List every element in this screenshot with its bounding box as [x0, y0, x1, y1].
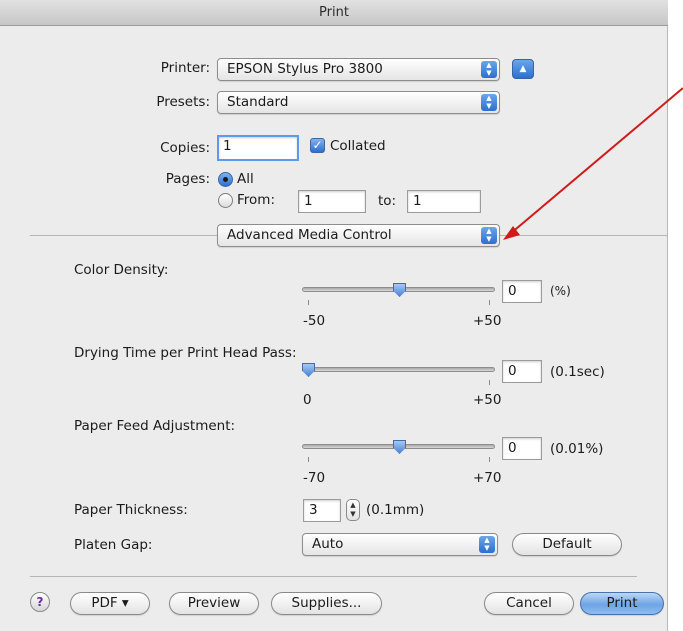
annotation-arrow-icon [503, 87, 683, 240]
annotation-arrow-line [509, 87, 683, 235]
